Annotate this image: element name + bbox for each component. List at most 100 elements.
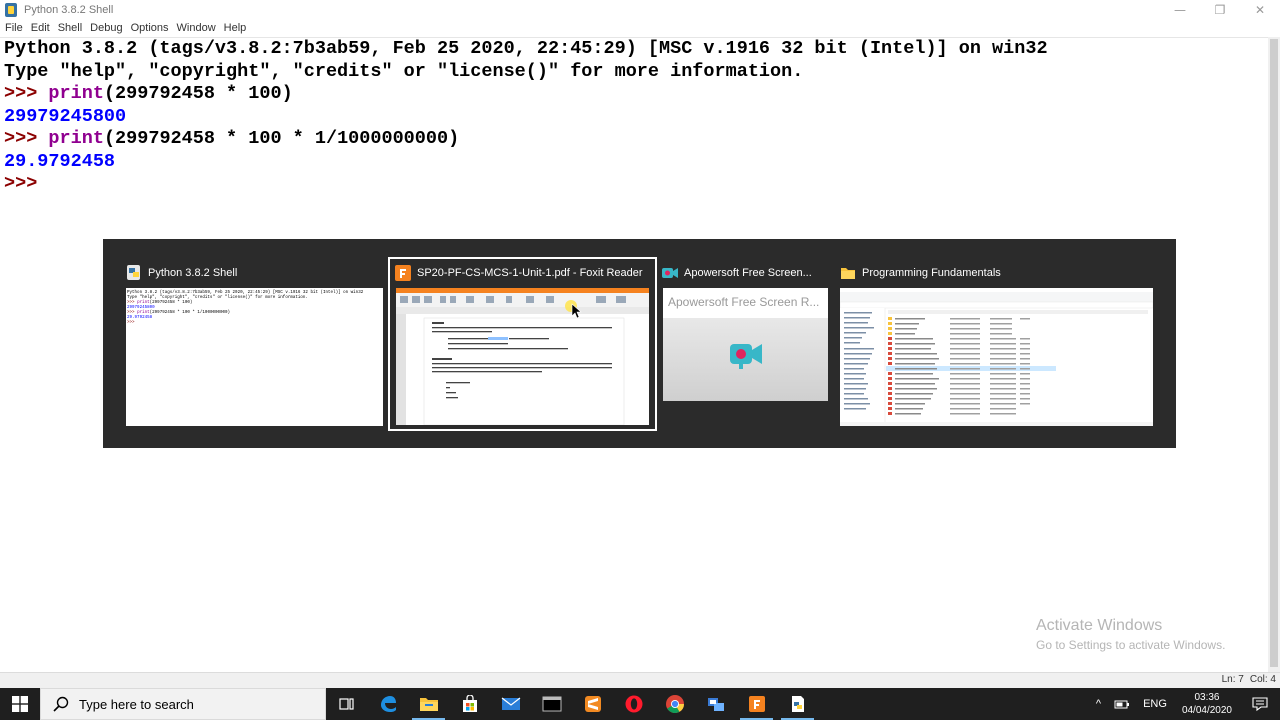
taskbar-chrome[interactable] [654, 688, 695, 720]
start-button[interactable] [0, 688, 40, 720]
python-idle-icon [791, 696, 804, 712]
system-tray: ^ ENG 03:36 04/04/2020 [1089, 688, 1280, 720]
task-view-icon [338, 698, 354, 710]
switcher-label: Python 3.8.2 Shell [148, 267, 238, 279]
menu-window[interactable]: Window [177, 22, 216, 34]
action-center-button[interactable] [1240, 688, 1280, 720]
print-keyword: print [48, 83, 104, 104]
sublime-text-icon [584, 696, 601, 712]
print-keyword: print [48, 128, 104, 149]
taskbar-network-tool[interactable] [695, 688, 736, 720]
activate-windows-watermark: Activate Windows Go to Settings to activ… [1036, 617, 1225, 652]
task-switcher: Python 3.8.2 Shell Python 3.8.2 (tags/v3… [103, 239, 1176, 448]
file-explorer-icon [419, 698, 438, 711]
taskbar-terminal[interactable] [531, 688, 572, 720]
preview-args: (299792458 * 100) [149, 301, 193, 305]
python-idle-icon [5, 3, 17, 17]
switcher-window-explorer[interactable]: Programming Fundamentals [839, 261, 1154, 427]
pdf-preview-graphic [396, 288, 649, 425]
menu-debug[interactable]: Debug [90, 22, 122, 34]
column-number: Col: 4 [1249, 674, 1276, 685]
preview-prompt: >>> [127, 311, 135, 315]
taskbar-file-explorer[interactable] [408, 688, 449, 720]
folder-icon [841, 268, 855, 279]
menu-file[interactable]: File [5, 22, 23, 34]
windows-logo-icon [12, 696, 28, 712]
window-preview [840, 288, 1153, 426]
preview-prompt: >>> [127, 301, 135, 305]
status-bar: Ln: 7 Col: 4 [0, 672, 1280, 688]
switcher-window-foxit-reader[interactable]: SP20-PF-CS-MCS-1-Unit-1.pdf - Foxit Read… [388, 257, 657, 431]
desktop-screen: Python 3.8.2 Shell — ❐ ✕ File Edit Shell… [0, 0, 1280, 720]
window-title: Python 3.8.2 Shell [24, 4, 114, 16]
clock-date: 04/04/2020 [1181, 705, 1232, 716]
line-number: Ln: 7 [1221, 674, 1244, 685]
command-args: (299792458 * 100) [103, 83, 293, 104]
taskbar: Type here to search ^ ENG 03:36 04/04/20… [0, 688, 1280, 720]
preview-current-prompt: >>> [127, 321, 135, 325]
taskbar-mail[interactable] [490, 688, 531, 720]
taskbar-opera[interactable] [613, 688, 654, 720]
watermark-title: Activate Windows [1036, 617, 1163, 634]
apowersoft-icon [662, 268, 678, 278]
menu-shell[interactable]: Shell [58, 22, 82, 34]
switcher-label: Apowersoft Free Screen... [684, 267, 812, 279]
output-line-2: 29.9792458 [4, 150, 116, 172]
preview-print: print [137, 311, 150, 315]
apowersoft-preview-body [663, 318, 828, 401]
switcher-label: Programming Fundamentals [862, 267, 1001, 279]
apowersoft-preview-title: Apowersoft Free Screen R... [663, 288, 828, 318]
battery-icon[interactable] [1114, 697, 1130, 711]
apowersoft-camera-icon [730, 344, 762, 369]
menu-help[interactable]: Help [224, 22, 247, 34]
banner-line-1: Python 3.8.2 (tags/v3.8.2:7b3ab59, Feb 2… [4, 38, 1048, 59]
menu-edit[interactable]: Edit [31, 22, 50, 34]
preview-print: print [137, 301, 150, 305]
opera-icon [625, 695, 642, 713]
taskbar-edge[interactable] [367, 688, 408, 720]
command-line-1: >>> print(299792458 * 100) [4, 83, 293, 105]
task-view-button[interactable] [326, 688, 367, 720]
close-button[interactable]: ✕ [1240, 0, 1280, 20]
tray-overflow-button[interactable]: ^ [1096, 698, 1101, 710]
edge-icon [380, 696, 396, 712]
taskbar-search-box[interactable]: Type here to search [40, 688, 326, 720]
chrome-icon [665, 695, 684, 714]
current-prompt[interactable]: >>> [4, 173, 37, 195]
window-title-bar[interactable]: Python 3.8.2 Shell — ❐ ✕ [0, 0, 1280, 20]
python-idle-icon [127, 265, 140, 280]
window-preview: Apowersoft Free Screen R... [663, 288, 828, 401]
taskbar-clock[interactable]: 03:36 04/04/2020 [1182, 691, 1232, 717]
switcher-window-python-shell[interactable]: Python 3.8.2 Shell Python 3.8.2 (tags/v3… [125, 261, 384, 427]
vertical-scrollbar[interactable] [1268, 37, 1280, 672]
search-placeholder: Type here to search [79, 696, 194, 712]
taskbar-sublime-text[interactable] [572, 688, 613, 720]
window-preview: Python 3.8.2 (tags/v3.8.2:7b3ab59, Feb 2… [126, 288, 383, 426]
taskbar-pinned-apps [326, 688, 818, 720]
store-icon [462, 695, 477, 712]
preview-args: (299792458 * 100 * 1/1000000000) [149, 311, 231, 315]
switcher-label: SP20-PF-CS-MCS-1-Unit-1.pdf - Foxit Read… [417, 267, 643, 279]
command-line-2: >>> print(299792458 * 100 * 1/1000000000… [4, 128, 459, 150]
taskbar-foxit-reader[interactable] [736, 688, 777, 720]
foxit-reader-icon [748, 696, 765, 712]
watermark-subtitle: Go to Settings to activate Windows. [1036, 638, 1226, 652]
minimize-button[interactable]: — [1160, 0, 1200, 20]
menu-bar: File Edit Shell Debug Options Window Hel… [0, 20, 1280, 36]
banner-line-2: Type "help", "copyright", "credits" or "… [4, 60, 804, 82]
switcher-window-apowersoft[interactable]: Apowersoft Free Screen... Apowersoft Fre… [661, 261, 829, 427]
command-args: (299792458 * 100 * 1/1000000000) [103, 128, 460, 149]
network-tool-icon [707, 698, 724, 711]
explorer-preview-graphic [840, 288, 1153, 426]
language-indicator[interactable]: ENG [1143, 698, 1167, 710]
output-line-1: 29979245800 [4, 105, 127, 127]
menu-options[interactable]: Options [131, 22, 169, 34]
search-icon [53, 696, 69, 712]
mail-icon [501, 697, 520, 710]
taskbar-store[interactable] [449, 688, 490, 720]
maximize-button[interactable]: ❐ [1200, 0, 1240, 20]
notification-icon [1252, 697, 1268, 712]
scrollbar-thumb[interactable] [1270, 39, 1278, 667]
taskbar-idle[interactable] [777, 688, 818, 720]
terminal-icon [542, 696, 561, 712]
